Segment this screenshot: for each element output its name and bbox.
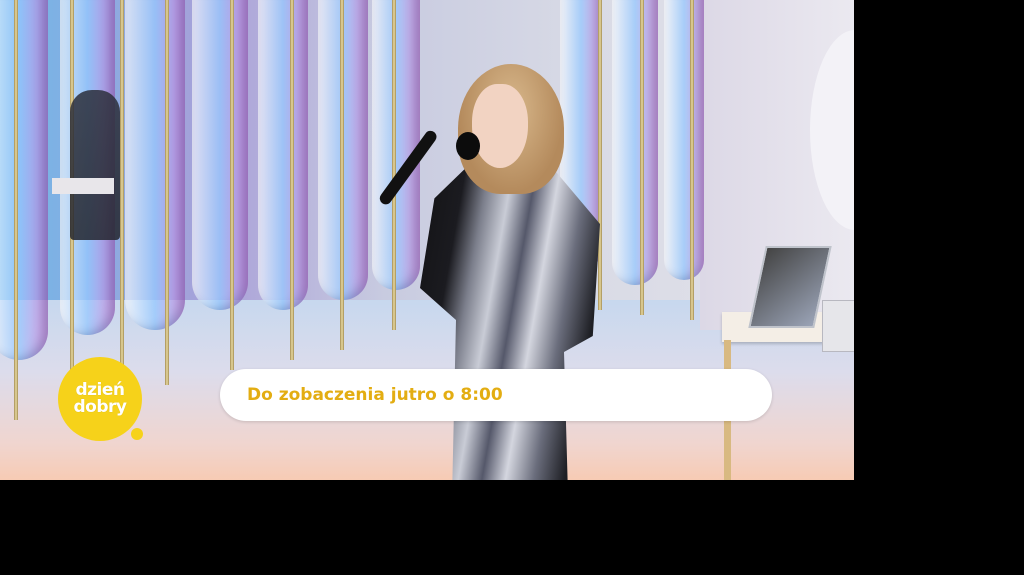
light-panel	[612, 0, 658, 285]
singer-face	[472, 84, 528, 168]
gold-pole	[120, 0, 124, 380]
light-panel	[372, 0, 420, 290]
gold-pole	[392, 0, 396, 330]
gold-pole	[165, 0, 169, 385]
light-panel	[258, 0, 308, 310]
gold-pole	[290, 0, 294, 360]
lower-third-caption: Do zobaczenia jutro o 8:00	[220, 369, 772, 421]
gold-pole	[340, 0, 344, 350]
microphone-head	[456, 132, 480, 160]
gold-pole	[598, 0, 602, 310]
gold-pole	[640, 0, 644, 315]
dj-desk	[52, 178, 114, 194]
dj-figure	[70, 90, 120, 240]
light-panel	[0, 0, 48, 360]
logo-tail-dot	[131, 428, 143, 440]
projector	[822, 300, 854, 352]
gold-pole	[14, 0, 18, 420]
light-panel	[664, 0, 704, 280]
light-panel	[125, 0, 185, 330]
logo-line-2: dobry	[73, 397, 127, 417]
light-panel	[192, 0, 248, 310]
dzien-dobry-logo: dzień dobry	[58, 357, 142, 441]
video-frame: dzień dobry Do zobaczenia jutro o 8:00	[0, 0, 854, 480]
gold-pole	[690, 0, 694, 320]
caption-text: Do zobaczenia jutro o 8:00	[247, 385, 503, 405]
gold-pole	[230, 0, 234, 370]
